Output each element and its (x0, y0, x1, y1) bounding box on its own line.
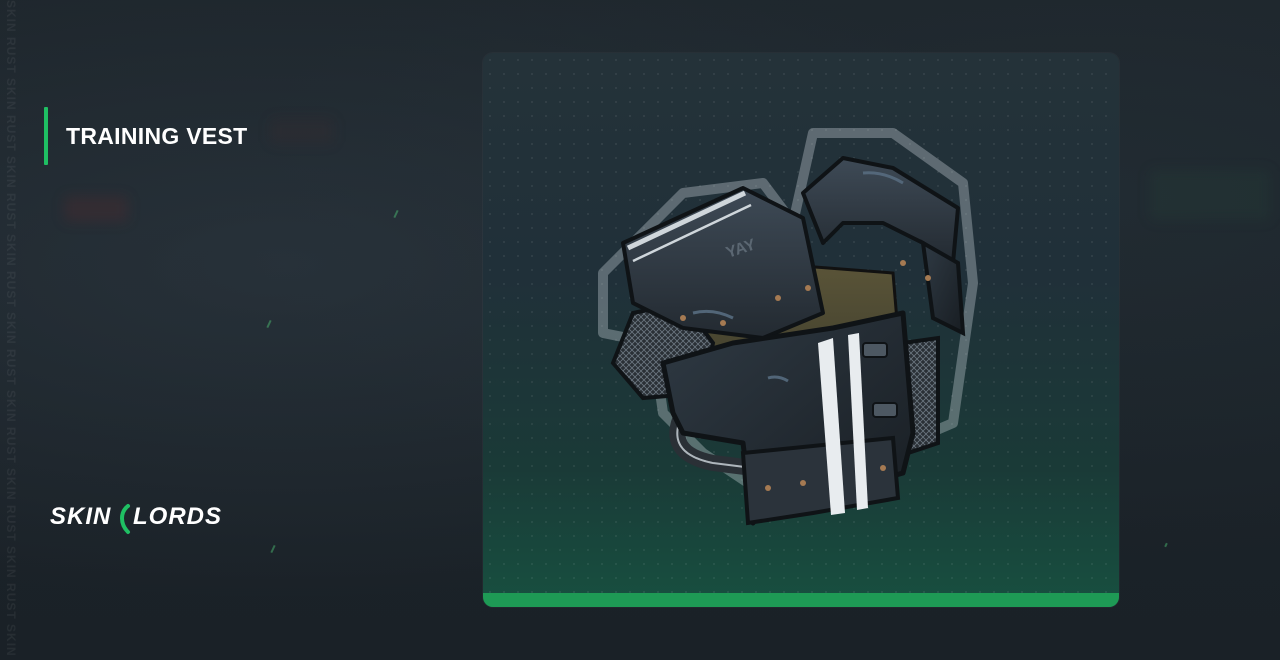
title-accent-bar (44, 107, 48, 165)
side-watermark: SKIN RUST SKIN RUST SKIN RUST SKIN RUST … (4, 0, 18, 660)
item-title: TRAINING VEST (66, 123, 248, 149)
svg-text:SKIN: SKIN (50, 503, 111, 530)
item-card[interactable]: YAY (483, 53, 1119, 607)
skinlords-logo: SKIN LORDS (50, 498, 250, 538)
decor-blur (64, 196, 128, 222)
card-accent-bar (483, 593, 1119, 607)
armor-vest-icon: YAY (598, 128, 978, 526)
decor-blur (270, 118, 334, 144)
svg-text:LORDS: LORDS (133, 503, 222, 530)
decor-blur (1150, 170, 1270, 220)
